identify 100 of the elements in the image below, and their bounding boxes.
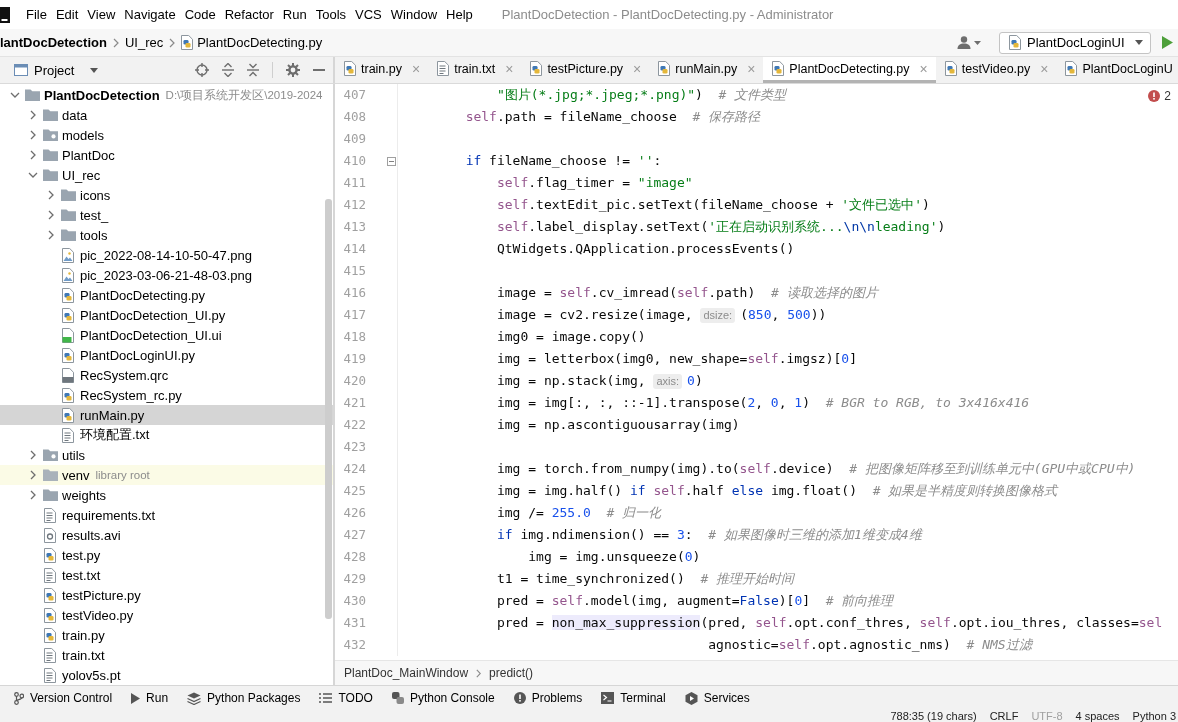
- menu-item[interactable]: Edit: [51, 3, 83, 26]
- tool-window-button[interactable]: Terminal: [601, 691, 666, 705]
- tree-item[interactable]: PlantDocDetection_UI.ui: [0, 325, 333, 345]
- breadcrumb[interactable]: PlantDocDetecting.py: [178, 31, 326, 54]
- tree-item[interactable]: testVideo.py: [0, 605, 333, 625]
- tree-item[interactable]: UI_rec: [0, 165, 333, 185]
- python-file-icon: [44, 547, 56, 563]
- tree-item[interactable]: test.txt: [0, 565, 333, 585]
- chevron-right-icon[interactable]: [30, 490, 36, 500]
- status-item[interactable]: Python 3: [1132, 710, 1176, 722]
- chevron-down-icon[interactable]: [10, 92, 20, 98]
- person-icon[interactable]: [957, 36, 971, 49]
- chevron-right-icon[interactable]: [30, 110, 36, 120]
- chevron-right-icon: [112, 37, 119, 48]
- play-icon[interactable]: [1162, 36, 1173, 49]
- editor-tab[interactable]: train.txt ×: [428, 57, 522, 83]
- tool-window-button[interactable]: Run: [131, 691, 169, 705]
- line-number: 430: [342, 592, 366, 610]
- tool-window-button[interactable]: Python Console: [391, 691, 495, 705]
- fold-marker-icon[interactable]: [386, 156, 396, 166]
- status-item[interactable]: 788:35 (19 chars): [890, 710, 977, 722]
- tool-window-button[interactable]: Python Packages: [187, 691, 301, 705]
- menu-item[interactable]: Tools: [311, 3, 351, 26]
- tree-item[interactable]: 环境配置.txt: [0, 425, 333, 445]
- menu-item[interactable]: VCS: [351, 3, 386, 26]
- chevron-right-icon[interactable]: [48, 210, 54, 220]
- breadcrumb[interactable]: predict(): [489, 666, 534, 680]
- tree-item[interactable]: test.py: [0, 545, 333, 565]
- editor-tab[interactable]: PlantDocDetecting.py ×: [763, 57, 936, 83]
- collapse-all-icon[interactable]: [247, 63, 259, 77]
- menu-item[interactable]: Window: [386, 3, 442, 26]
- crosshair-icon[interactable]: [195, 63, 209, 77]
- menu-item[interactable]: Code: [180, 3, 220, 26]
- tree-item[interactable]: weights: [0, 485, 333, 505]
- tree-item[interactable]: tools: [0, 225, 333, 245]
- menu-item[interactable]: View: [83, 3, 120, 26]
- text-file-icon: [44, 567, 56, 583]
- tree-item[interactable]: yolov5s.pt: [0, 665, 333, 685]
- tree-item[interactable]: venv library root: [0, 465, 333, 485]
- chevron-right-icon[interactable]: [30, 450, 36, 460]
- tool-window-button[interactable]: Version Control: [14, 691, 113, 705]
- tree-item[interactable]: pic_2022-08-14-10-50-47.png: [0, 245, 333, 265]
- python-file-icon: [944, 61, 957, 76]
- breadcrumb[interactable]: lantDocDetection: [0, 31, 110, 54]
- chevron-down-icon[interactable]: [28, 172, 38, 178]
- tree-item[interactable]: data: [0, 105, 333, 125]
- tree-item[interactable]: requirements.txt: [0, 505, 333, 525]
- line-number: 417: [342, 306, 366, 324]
- tool-window-button[interactable]: Problems: [513, 691, 583, 705]
- tree-item[interactable]: pic_2023-03-06-21-48-03.png: [0, 265, 333, 285]
- editor-tab[interactable]: testPicture.py ×: [521, 57, 650, 83]
- line-number: 425: [342, 482, 366, 500]
- chevron-right-icon[interactable]: [30, 150, 36, 160]
- gear-icon[interactable]: [286, 63, 300, 77]
- caret-down-icon[interactable]: [974, 40, 981, 45]
- breadcrumb[interactable]: UI_rec: [121, 31, 167, 54]
- editor-tab[interactable]: PlantDocLoginU: [1056, 57, 1178, 83]
- chevron-right-icon[interactable]: [30, 130, 36, 140]
- run-configuration-dropdown[interactable]: PlantDocLoginUI: [999, 31, 1151, 54]
- tree-item[interactable]: PlantDocDetection_UI.py: [0, 305, 333, 325]
- code-line: img = letterbox(img0, new_shape=self.imgsz)[0]: [496, 350, 857, 368]
- tree-item[interactable]: runMain.py: [0, 405, 333, 425]
- tool-window-button[interactable]: Services: [684, 691, 750, 705]
- error-icon[interactable]: [1148, 90, 1161, 102]
- status-item[interactable]: 4 spaces: [1075, 710, 1120, 722]
- project-view-dropdown[interactable]: Project: [14, 62, 99, 78]
- line-number: 429: [342, 570, 366, 588]
- tree-item[interactable]: PlantDoc: [0, 145, 333, 165]
- status-item[interactable]: CRLF: [989, 710, 1019, 722]
- tree-item[interactable]: train.py: [0, 625, 333, 645]
- menu-item[interactable]: Help: [442, 3, 477, 26]
- chevron-right-icon[interactable]: [30, 470, 36, 480]
- tree-item[interactable]: icons: [0, 185, 333, 205]
- tree-item[interactable]: RecSystem_rc.py: [0, 385, 333, 405]
- menu-item[interactable]: Navigate: [120, 3, 180, 26]
- tree-item[interactable]: PlantDocDetecting.py: [0, 285, 333, 305]
- expand-all-icon[interactable]: [222, 63, 234, 77]
- tree-item[interactable]: results.avi: [0, 525, 333, 545]
- menu-item[interactable]: File: [22, 3, 51, 26]
- menu-item[interactable]: Run: [278, 3, 311, 26]
- tree-item[interactable]: PlantDocDetection D:\项目系统开发区\2019-2024: [0, 85, 333, 105]
- editor-tab[interactable]: testVideo.py ×: [935, 57, 1057, 83]
- tool-window-button[interactable]: TODO: [319, 691, 373, 705]
- tree-item[interactable]: utils: [0, 445, 333, 465]
- chevron-right-icon[interactable]: [48, 230, 54, 240]
- chevron-right-icon[interactable]: [48, 190, 54, 200]
- tree-item[interactable]: train.txt: [0, 645, 333, 665]
- tree-item[interactable]: PlantDocLoginUI.py: [0, 345, 333, 365]
- menu-item[interactable]: Refactor: [220, 3, 278, 26]
- editor-tab[interactable]: runMain.py ×: [649, 57, 764, 83]
- tree-item[interactable]: test_: [0, 205, 333, 225]
- error-count[interactable]: 2: [1164, 89, 1171, 103]
- editor-tab[interactable]: train.py ×: [335, 57, 429, 83]
- tree-item[interactable]: RecSystem.qrc: [0, 365, 333, 385]
- tree-item[interactable]: models: [0, 125, 333, 145]
- scrollbar-thumb[interactable]: [325, 199, 332, 619]
- breadcrumb[interactable]: PlantDoc_MainWindow: [344, 666, 469, 680]
- package-folder-icon: [42, 129, 58, 141]
- code-line: self.textEdit_pic.setText(fileName_choose + '文件已选中'): [496, 196, 930, 214]
- tree-item[interactable]: testPicture.py: [0, 585, 333, 605]
